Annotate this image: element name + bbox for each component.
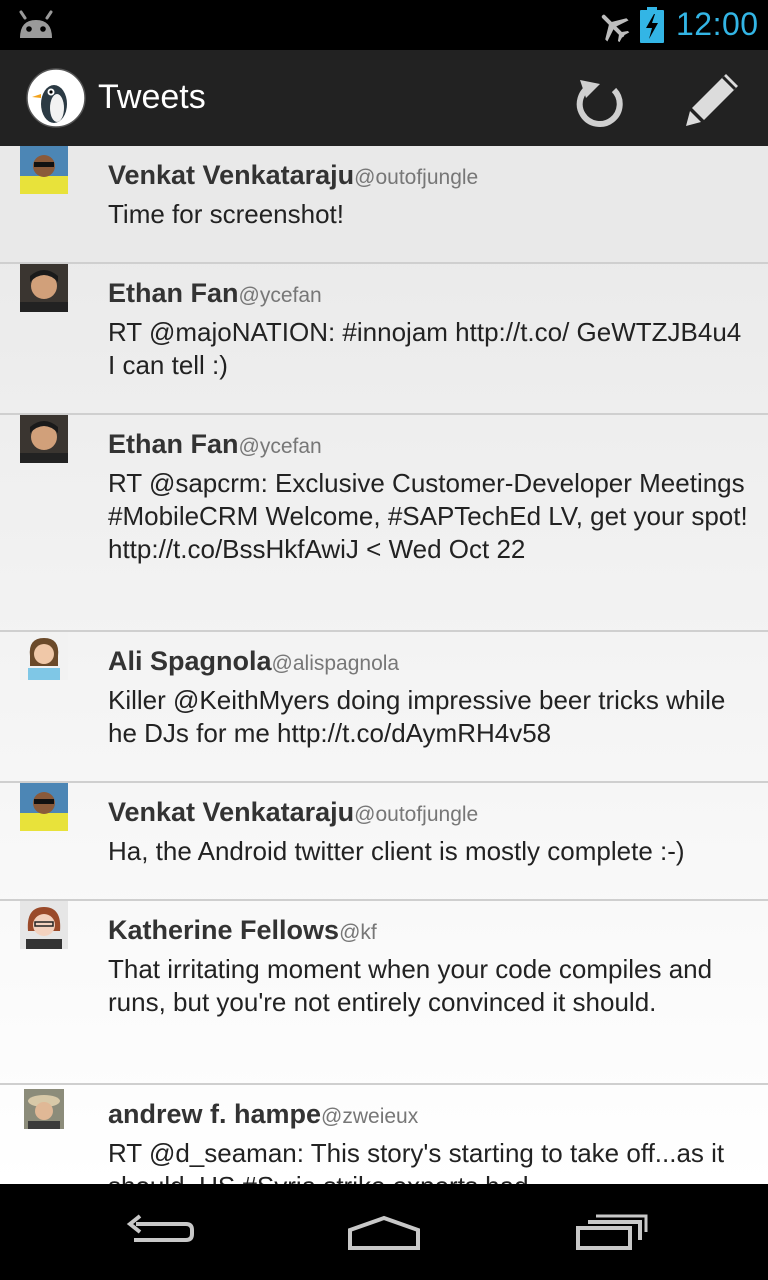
user-avatar[interactable]	[20, 415, 68, 463]
tweet-text: Ha, the Android twitter client is mostly…	[108, 836, 685, 866]
tweet-row[interactable]: Ethan Fan@ycefan RT @sapcrm: Exclusive C…	[0, 415, 768, 632]
tweet-text: RT @sapcrm: Exclusive Customer-Developer…	[108, 468, 748, 564]
author-handle[interactable]: @alispagnola	[272, 652, 400, 675]
airplane-mode-icon	[601, 14, 630, 42]
author-handle[interactable]: @outofjungle	[354, 803, 478, 826]
page-title: Tweets	[98, 78, 206, 116]
author-handle[interactable]: @zweieux	[321, 1105, 418, 1128]
tweet-text: RT @d_seaman: This story's starting to t…	[108, 1138, 725, 1184]
tweet-text: That irritating moment when your code co…	[108, 954, 713, 1017]
tweet-text: Killer @KeithMyers doing impressive beer…	[108, 685, 726, 748]
author-name[interactable]: Venkat Venkataraju	[108, 797, 354, 827]
author-handle[interactable]: @kf	[339, 921, 377, 944]
user-avatar[interactable]	[20, 901, 68, 949]
compose-pencil-icon[interactable]	[680, 68, 744, 132]
tweet-row[interactable]: andrew f. hampe@zweieux RT @d_seaman: Th…	[0, 1085, 768, 1184]
back-icon[interactable]	[120, 1212, 200, 1252]
status-bar: 12:00	[0, 0, 768, 50]
author-handle[interactable]: @outofjungle	[354, 166, 478, 189]
author-handle[interactable]: @ycefan	[239, 284, 322, 307]
tweet-text: Time for screenshot!	[108, 199, 345, 229]
tweet-row[interactable]: Venkat Venkataraju@outofjungle Ha, the A…	[0, 783, 768, 901]
user-avatar[interactable]	[20, 264, 68, 312]
tweet-row[interactable]: Ethan Fan@ycefan RT @majoNATION: #innoja…	[0, 264, 768, 415]
author-name[interactable]: andrew f. hampe	[108, 1099, 321, 1129]
user-avatar[interactable]	[20, 783, 68, 831]
user-avatar[interactable]	[24, 1089, 64, 1129]
author-handle[interactable]: @ycefan	[239, 435, 322, 458]
refresh-icon[interactable]	[570, 72, 630, 128]
recent-apps-icon[interactable]	[574, 1212, 648, 1252]
author-name[interactable]: Ali Spagnola	[108, 646, 272, 676]
tweet-row[interactable]: Ali Spagnola@alispagnola Killer @KeithMy…	[0, 632, 768, 783]
author-name[interactable]: Ethan Fan	[108, 278, 239, 308]
author-name[interactable]: Venkat Venkataraju	[108, 160, 354, 190]
author-name[interactable]: Ethan Fan	[108, 429, 239, 459]
android-icon	[19, 10, 53, 38]
home-icon[interactable]	[344, 1212, 424, 1252]
navigation-bar	[0, 1184, 768, 1280]
user-avatar[interactable]	[20, 632, 68, 680]
user-avatar[interactable]	[20, 146, 68, 194]
action-bar: Tweets	[0, 50, 768, 146]
tweet-row[interactable]: Katherine Fellows@kf That irritating mom…	[0, 901, 768, 1085]
tweet-text: RT @majoNATION: #innojam http://t.co/ Ge…	[108, 317, 742, 380]
author-name[interactable]: Katherine Fellows	[108, 915, 339, 945]
penguin-logo-icon[interactable]	[26, 68, 86, 128]
tweet-list[interactable]: Venkat Venkataraju@outofjungle Time for …	[0, 146, 768, 1184]
tweet-row[interactable]: Venkat Venkataraju@outofjungle Time for …	[0, 146, 768, 264]
battery-charging-icon	[640, 7, 664, 43]
status-clock: 12:00	[676, 6, 759, 42]
